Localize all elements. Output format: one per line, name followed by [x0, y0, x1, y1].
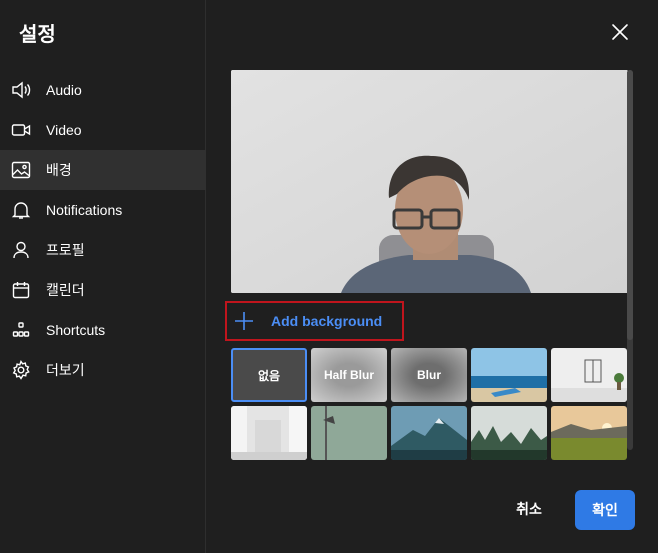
background-option-blur[interactable]: Blur: [391, 348, 467, 402]
plus-icon: [235, 312, 253, 330]
speaker-icon: [11, 80, 31, 100]
background-option-half-blur[interactable]: Half Blur: [311, 348, 387, 402]
background-option-forest[interactable]: [471, 406, 547, 460]
mountain-image: [391, 406, 467, 460]
sidebar-item-label: Video: [46, 122, 82, 138]
beach-image: [471, 348, 547, 402]
sidebar-item-more[interactable]: 더보기: [0, 350, 206, 390]
background-option-label: Blur: [417, 368, 441, 382]
background-option-none[interactable]: 없음: [231, 348, 307, 402]
background-option-white-hall[interactable]: [231, 406, 307, 460]
person-icon: [11, 240, 31, 260]
white-room-image: [551, 348, 627, 402]
camera-preview-image: [231, 70, 628, 293]
green-wall-image: [311, 406, 387, 460]
settings-title: 설정: [19, 24, 56, 46]
settings-sidebar: 설정 Audio Video 배경 Notifications 프로필 캘린더 …: [0, 0, 206, 553]
scrollbar-thumb[interactable]: [627, 70, 633, 340]
settings-nav: Audio Video 배경 Notifications 프로필 캘린더 Sho…: [0, 70, 206, 390]
calendar-icon: [11, 280, 31, 300]
close-icon: [612, 24, 628, 40]
cancel-button[interactable]: 취소: [500, 490, 558, 528]
background-option-beach[interactable]: [471, 348, 547, 402]
sidebar-item-label: Audio: [46, 82, 82, 98]
sidebar-item-calendar[interactable]: 캘린더: [0, 270, 206, 310]
sidebar-item-profile[interactable]: 프로필: [0, 230, 206, 270]
sidebar-item-background[interactable]: 배경: [0, 150, 206, 190]
bell-icon: [11, 200, 31, 220]
camera-preview: [231, 70, 628, 293]
video-camera-icon: [11, 120, 31, 140]
sidebar-item-label: 더보기: [46, 362, 85, 378]
add-background-label: Add background: [271, 313, 383, 329]
add-background-button[interactable]: Add background: [225, 301, 404, 341]
forest-image: [471, 406, 547, 460]
background-option-sunset-field[interactable]: [551, 406, 627, 460]
sidebar-item-label: 프로필: [46, 242, 85, 258]
sunset-field-image: [551, 406, 627, 460]
background-option-label: Half Blur: [323, 368, 374, 382]
sidebar-item-video[interactable]: Video: [0, 110, 206, 150]
sidebar-item-label: Shortcuts: [46, 322, 106, 338]
sidebar-item-notifications[interactable]: Notifications: [0, 190, 206, 230]
sidebar-item-label: 캘린더: [46, 282, 85, 298]
white-hall-image: [231, 406, 307, 460]
sidebar-item-shortcuts[interactable]: Shortcuts: [0, 310, 206, 350]
sidebar-item-label: 배경: [46, 162, 72, 178]
gear-icon: [11, 360, 31, 380]
image-icon: [11, 160, 31, 180]
background-option-green-wall[interactable]: [311, 406, 387, 460]
close-button[interactable]: [610, 22, 630, 42]
sidebar-item-audio[interactable]: Audio: [0, 70, 206, 110]
background-option-label: 없음: [257, 368, 281, 383]
scrollbar[interactable]: [627, 70, 633, 450]
background-option-mountain[interactable]: [391, 406, 467, 460]
sidebar-item-label: Notifications: [46, 202, 123, 218]
confirm-button[interactable]: 확인: [575, 490, 635, 530]
background-option-white-room[interactable]: [551, 348, 627, 402]
shortcuts-icon: [11, 320, 31, 340]
